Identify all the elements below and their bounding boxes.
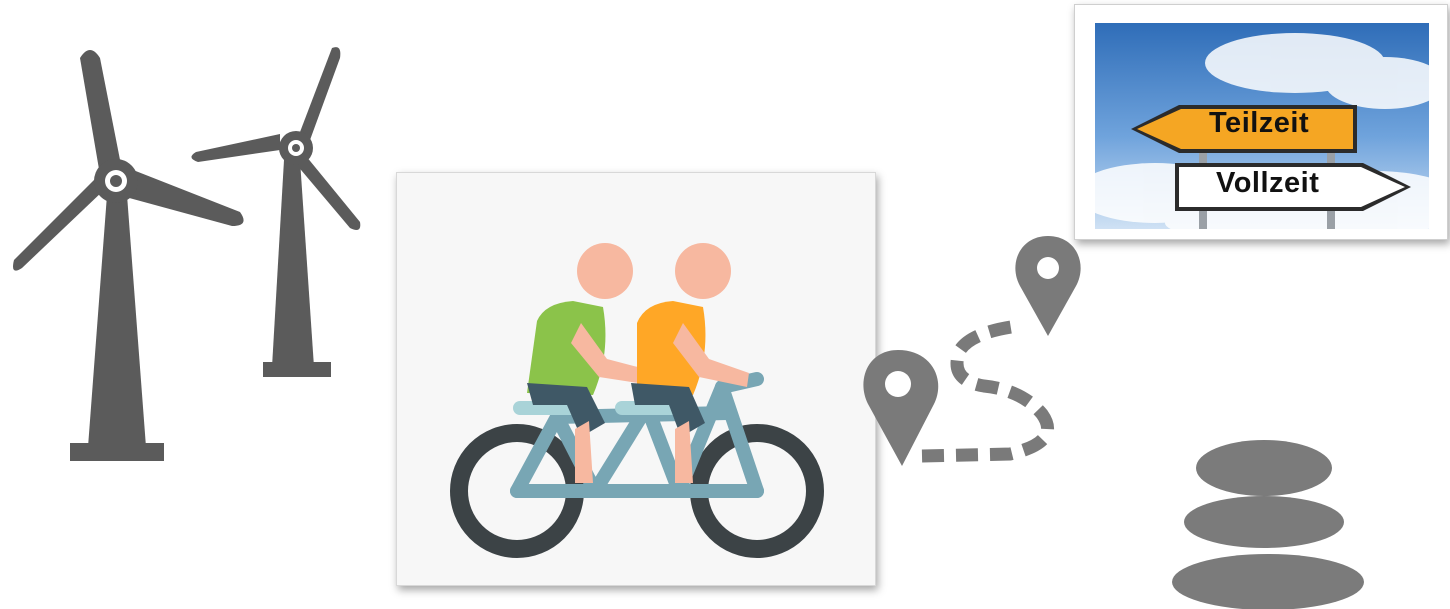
tandem-bicycle-icon [450, 243, 824, 558]
sign-teilzeit-label: Teilzeit [1209, 107, 1310, 139]
tandem-bicycle-card [396, 172, 876, 586]
route-map-pin-icon [863, 236, 1081, 466]
wind-turbines-icon [13, 47, 361, 461]
signs-photo: Teilzeit Vollzeit [1095, 23, 1429, 229]
sign-vollzeit-label: Vollzeit [1216, 167, 1320, 199]
stacked-stones-icon [1172, 440, 1364, 609]
signs-photo-card: Teilzeit Vollzeit [1074, 4, 1448, 240]
